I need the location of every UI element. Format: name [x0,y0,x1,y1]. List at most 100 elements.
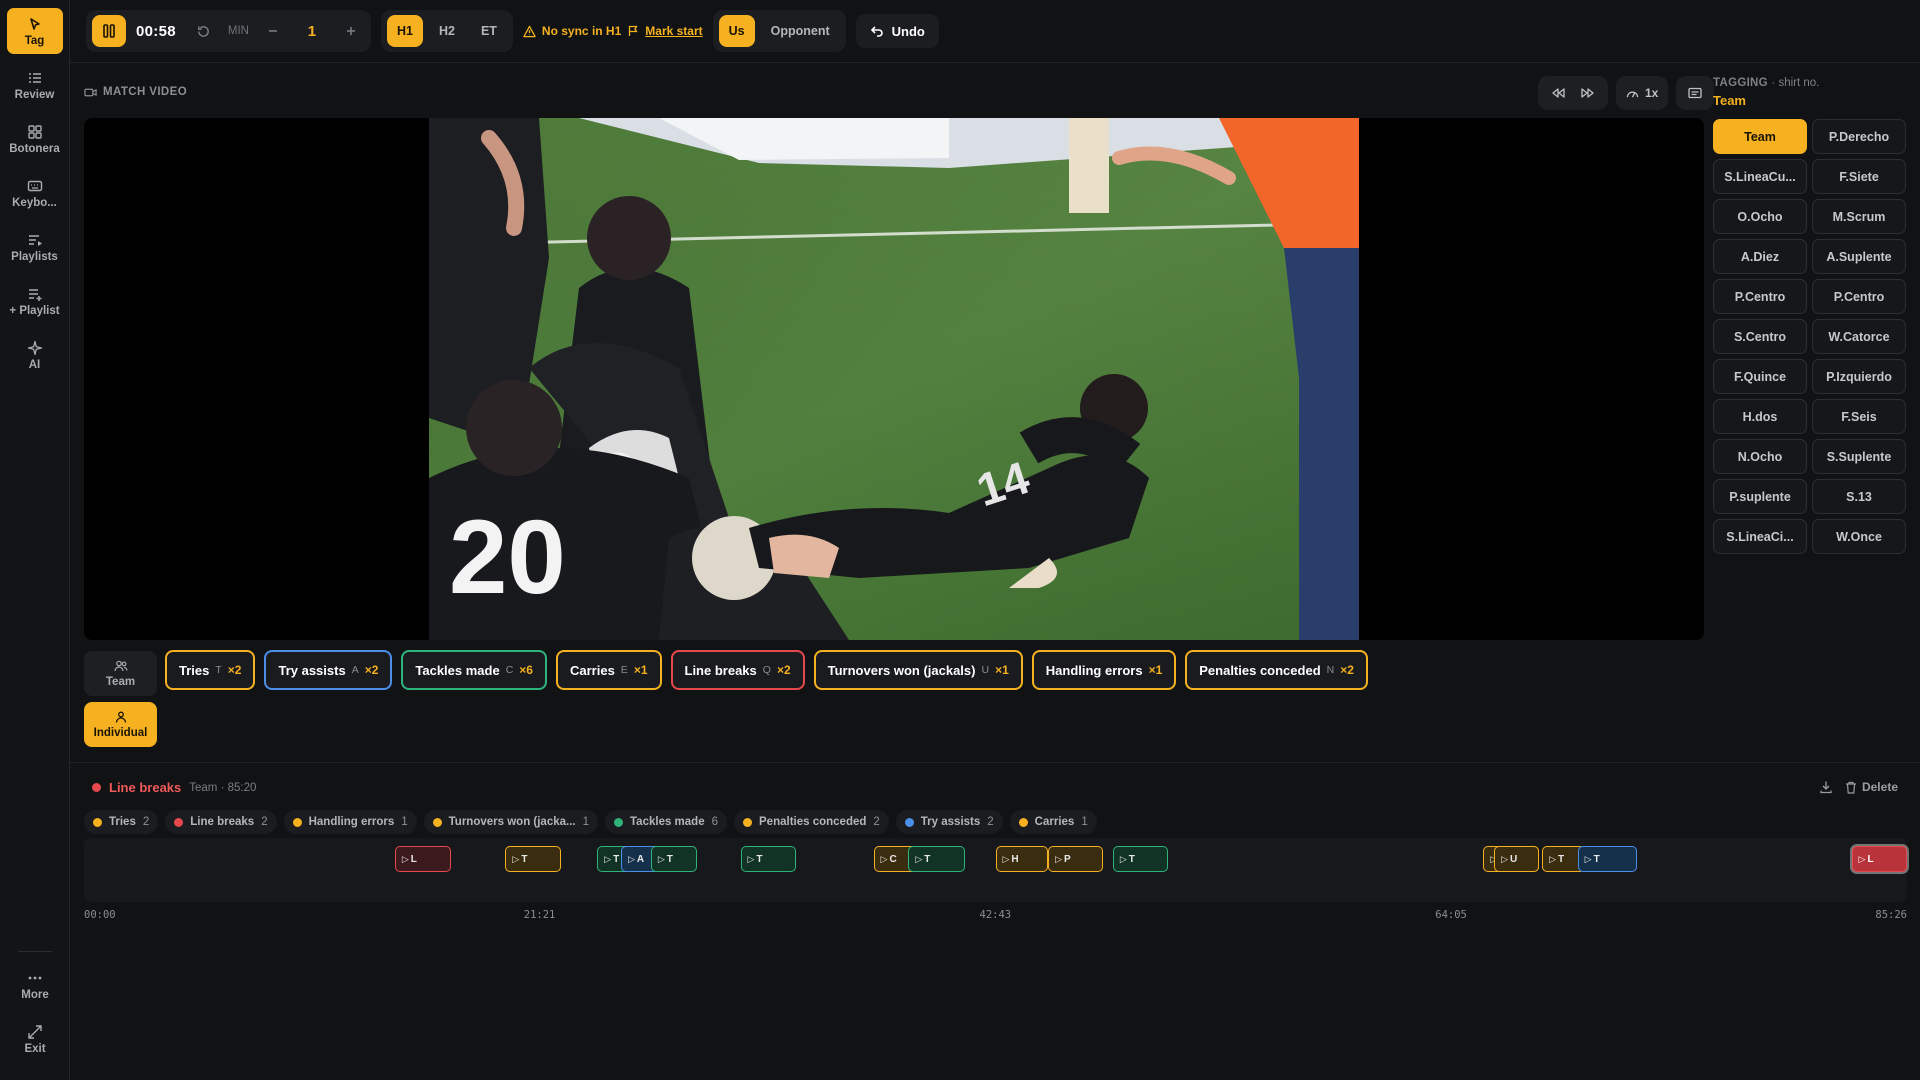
timeline-clip[interactable]: ▷ T [740,846,796,872]
timeline-clip[interactable]: ▷ L [1851,846,1907,872]
rail-item-ai[interactable]: AI [7,332,63,378]
subtitles-button[interactable] [1676,76,1715,110]
player-button[interactable]: S.LineaCu... [1713,159,1807,194]
player-button[interactable]: P.Centro [1812,279,1906,314]
half-h2-button[interactable]: H2 [429,15,465,47]
player-button[interactable]: N.Ocho [1713,439,1807,474]
rail-item-exit[interactable]: Exit [7,1016,63,1062]
rail-item-playlists[interactable]: Playlists [7,224,63,270]
event-buttons: Tries T ×2 Try assists A ×2 Tackles made… [165,650,1368,690]
legend-item-try-assists[interactable]: Try assists 2 [895,810,1003,834]
timeline-clip[interactable]: ▷ U [1494,846,1539,872]
rail-item-more[interactable]: More [7,962,63,1008]
side-opponent-button[interactable]: Opponent [761,15,840,47]
timeline-clip[interactable]: ▷ H [995,846,1049,872]
player-button[interactable]: F.Siete [1812,159,1906,194]
player-button[interactable]: F.Quince [1713,359,1807,394]
playback-speed-button[interactable]: 1x [1616,76,1669,110]
rewind-button[interactable] [1544,79,1572,107]
legend-item-turnovers[interactable]: Turnovers won (jacka... 1 [423,810,599,834]
player-button[interactable]: S.Centro [1713,319,1807,354]
timeline-clip[interactable]: ▷ T [908,846,966,872]
event-button-handling-errors[interactable]: Handling errors ×1 [1031,650,1177,690]
rail-item-review[interactable]: Review [7,62,63,108]
minute-decrement-button[interactable] [259,17,287,45]
event-button-try-assists[interactable]: Try assists A ×2 [264,650,393,690]
individual-mode-button[interactable]: Individual [84,702,157,747]
rail-item-tag[interactable]: Tag [6,8,63,54]
pause-button[interactable] [92,15,126,47]
team-mode-button[interactable]: Team [84,651,157,696]
playback-speed-value: 1x [1645,86,1659,100]
legend-count: 1 [582,816,590,828]
event-button-carries[interactable]: Carries E ×1 [555,650,662,690]
rail-item-keyboard[interactable]: Keybo... [7,170,63,216]
legend-item-line-breaks[interactable]: Line breaks 2 [165,810,277,834]
reset-clock-button[interactable] [190,17,218,45]
event-button-turnovers-won[interactable]: Turnovers won (jackals) U ×1 [813,650,1023,690]
event-count: ×1 [995,663,1009,677]
rail-item-add-playlist[interactable]: + Playlist [7,278,63,324]
mark-start-link[interactable]: Mark start [645,24,702,38]
timeline-clip[interactable]: ▷ T [1577,846,1638,872]
player-button[interactable]: M.Scrum [1812,199,1906,234]
timeline-track[interactable]: ▷L▷T▷T▷A▷T▷T▷C▷T▷H▷P▷T▷P▷U▷T▷T▷L [84,838,1907,902]
event-button-tries[interactable]: Tries T ×2 [165,650,256,690]
svg-text:20: 20 [449,499,566,616]
download-icon[interactable] [1819,780,1833,794]
timeline-clip[interactable]: ▷ L [394,846,451,872]
player-button[interactable]: S.13 [1812,479,1906,514]
event-button-line-breaks[interactable]: Line breaks Q ×2 [670,650,805,690]
player-button[interactable]: H.dos [1713,399,1807,434]
half-h1-button[interactable]: H1 [386,15,423,47]
video-camera-icon [84,88,97,96]
player-button[interactable]: P.Derecho [1812,119,1906,154]
player-button[interactable]: W.Catorce [1812,319,1906,354]
grid-icon [27,124,42,139]
legend-item-handling-errors[interactable]: Handling errors 1 [283,810,417,834]
clip-play-icon: ▷ [1119,853,1127,864]
delete-button[interactable]: Delete [1845,780,1898,794]
clip-play-icon: ▷ [1549,853,1557,864]
rail-item-botonera[interactable]: Botonera [7,116,63,162]
player-button[interactable]: W.Once [1812,519,1906,554]
minute-increment-button[interactable] [337,17,365,45]
captions-icon [1688,87,1703,99]
side-us-button[interactable]: Us [718,15,755,47]
legend-item-carries[interactable]: Carries 1 [1009,810,1097,834]
timeline-clip[interactable]: ▷ T [1112,846,1168,872]
clip-letter: T [613,853,620,865]
clip-play-icon: ▷ [401,853,409,864]
sync-warning: No sync in H1 Mark start [523,24,703,38]
timeline-clip[interactable]: ▷ T [505,846,561,872]
video-player[interactable]: 6 20 14 [84,118,1704,640]
fast-forward-button[interactable] [1574,79,1602,107]
player-button[interactable]: P.Centro [1713,279,1807,314]
minute-value[interactable]: 1 [293,23,331,40]
half-et-button[interactable]: ET [471,15,507,47]
tick-label: 21:21 [523,909,556,921]
fast-forward-icon [1581,88,1594,98]
top-divider [70,62,1920,63]
player-button[interactable]: S.Suplente [1812,439,1906,474]
timeline-clip[interactable]: ▷ T [650,846,697,872]
undo-button[interactable]: Undo [855,14,939,48]
minus-icon [268,30,277,32]
timeline-clip[interactable]: ▷P [1048,846,1104,872]
event-button-tackles-made[interactable]: Tackles made C ×6 [401,650,547,690]
legend-item-tackles-made[interactable]: Tackles made 6 [605,810,728,834]
player-button[interactable]: O.Ocho [1713,199,1807,234]
player-button[interactable]: S.LineaCi... [1713,519,1807,554]
player-button[interactable]: P.suplente [1713,479,1807,514]
player-button[interactable]: A.Diez [1713,239,1807,274]
legend-item-tries[interactable]: Tries 2 [84,810,159,834]
player-button-team[interactable]: Team [1713,119,1807,154]
event-button-penalties-conceded[interactable]: Penalties conceded N ×2 [1185,650,1368,690]
player-button[interactable]: A.Suplente [1812,239,1906,274]
tagging-header: TAGGING · shirt no. Team [1713,77,1819,108]
event-label: Try assists [278,662,346,678]
player-button[interactable]: P.Izquierdo [1812,359,1906,394]
player-button[interactable]: F.Seis [1812,399,1906,434]
legend-dot [174,817,184,827]
legend-item-penalties[interactable]: Penalties conceded 2 [734,810,889,834]
